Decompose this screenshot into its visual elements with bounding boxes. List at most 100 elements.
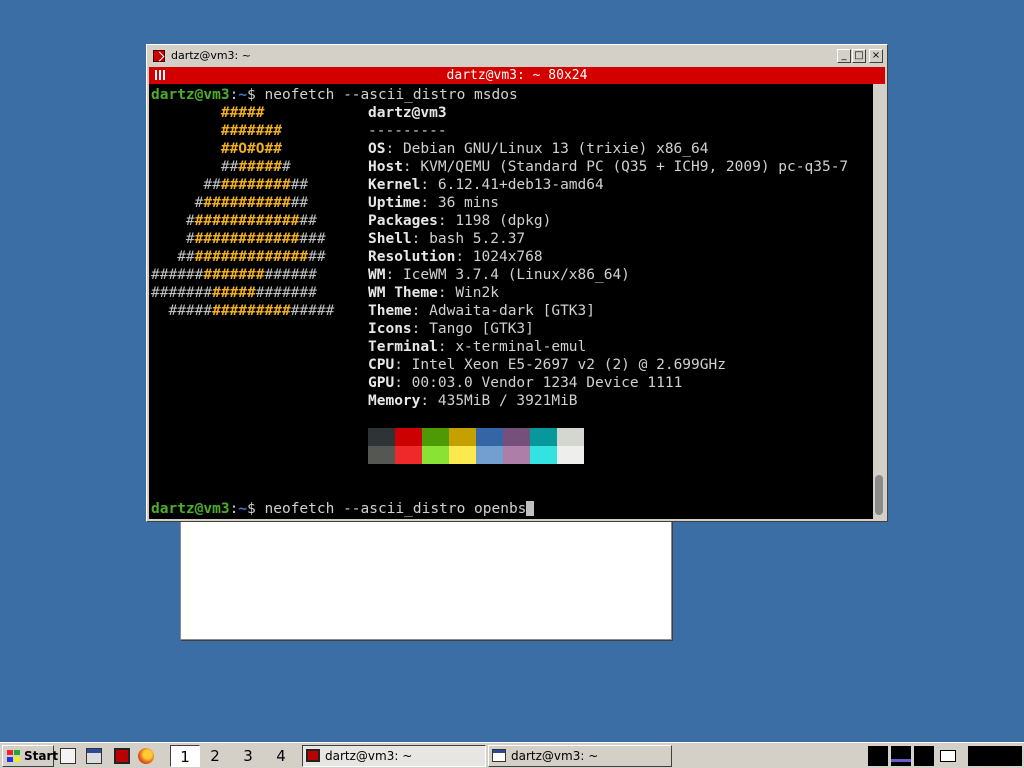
minimize-button[interactable]: _ [837,49,851,63]
color-swatch [530,428,557,446]
command-input[interactable]: neofetch --ascii_distro openbs [256,501,527,517]
info-value: 36 mins [437,195,499,211]
prompt-line-2: dartz@vm3:~$ neofetch --ascii_distro ope… [151,500,535,518]
info-label: WM [368,267,386,283]
show-desktop-icon[interactable] [60,748,76,764]
info-value: 1024x768 [472,249,543,265]
window-icon [492,749,506,762]
info-value: 6.12.41+deb13-amd64 [437,177,604,193]
prompt-symbol: $ [247,87,256,103]
text-cursor [526,501,535,516]
info-label: Host [368,159,403,175]
info-value: Adwaita-dark [GTK3] [429,303,595,319]
ascii-logo-line: ################### [151,285,317,301]
taskbar-task-terminal[interactable]: dartz@vm3: ~ [302,745,486,767]
window-titlebar[interactable]: dartz@vm3: ~ _ □ × [149,47,885,65]
info-label: OS [368,141,386,157]
terminal-screen[interactable]: dartz@vm3:~$ neofetch --ascii_distro msd… [149,84,873,519]
color-swatch [557,446,584,464]
taskbar: Start 1 2 3 4 dartz@vm3: ~ dartz@vm3: ~ [0,742,1024,768]
info-row: Host: KVM/QEMU (Standard PC (Q35 + ICH9,… [368,159,849,175]
color-swatch [449,428,476,446]
info-value: bash 5.2.37 [429,231,526,247]
color-swatch [476,446,503,464]
ascii-logo-line: ######## [151,159,291,175]
workspace-4[interactable]: 4 [266,745,296,767]
network-monitor-icon[interactable] [891,746,911,766]
color-swatch [422,446,449,464]
clock[interactable] [968,746,1022,766]
terminal-launcher-icon[interactable] [114,748,130,764]
prompt-path: ~ [238,87,248,103]
info-row: Theme: Adwaita-dark [GTK3] [368,303,595,319]
info-label: Memory [368,393,421,409]
ascii-logo-line: ##O#O## [220,141,282,157]
info-label: GPU [368,375,395,391]
info-value: IceWM 3.7.4 (Linux/x86_64) [402,267,630,283]
info-row: CPU: Intel Xeon E5-2697 v2 (2) @ 2.699GH… [368,357,726,373]
ascii-logo-line: ################# [151,249,326,265]
xterm-menu-icon[interactable] [155,70,165,80]
color-swatch [395,446,422,464]
color-swatch [503,428,530,446]
ascii-logo-line: ####### [220,123,282,139]
info-row: Uptime: 36 mins [368,195,499,211]
ascii-logo-line: ##### [220,105,265,121]
info-value: 00:03.0 Vendor 1234 Device 1111 [411,375,683,391]
start-label: Start [24,749,59,763]
background-window[interactable] [180,516,672,640]
info-value: Win2k [455,285,499,301]
maximize-button[interactable]: □ [852,49,866,63]
ascii-logo-line: ############### [151,213,317,229]
info-row: Memory: 435MiB / 3921MiB [368,393,578,409]
window-list-icon[interactable] [86,748,102,764]
color-swatch [503,446,530,464]
scrollbar-thumb[interactable] [875,475,883,515]
info-label: Packages [368,213,438,229]
workspace-1[interactable]: 1 [170,745,200,767]
prompt-line-1: dartz@vm3:~$ neofetch --ascii_distro msd… [151,86,518,104]
terminal-app-icon[interactable] [153,50,165,62]
info-row: GPU: 00:03.0 Vendor 1234 Device 1111 [368,375,683,391]
info-row: WM Theme: Win2k [368,285,499,301]
info-row: Terminal: x-terminal-emul [368,339,587,355]
info-row: Shell: bash 5.2.37 [368,231,526,247]
cpu-monitor-icon[interactable] [868,746,888,766]
info-label: Resolution [368,249,456,265]
firefox-icon[interactable] [138,748,154,764]
prompt-symbol: $ [247,501,256,517]
color-swatch [449,446,476,464]
info-row: Packages: 1198 (dpkg) [368,213,552,229]
color-swatch [395,428,422,446]
color-palette-dark [368,428,584,446]
taskbar-task-window[interactable]: dartz@vm3: ~ [488,745,672,767]
info-row: Kernel: 6.12.41+deb13-amd64 [368,177,604,193]
info-label: Terminal [368,339,438,355]
memory-monitor-icon[interactable] [914,746,934,766]
info-label: Shell [368,231,412,247]
prompt-path: ~ [238,501,248,517]
info-label: CPU [368,357,395,373]
mail-icon[interactable] [938,746,958,766]
workspace-2[interactable]: 2 [200,745,230,767]
info-row: WM: IceWM 3.7.4 (Linux/x86_64) [368,267,630,283]
close-button[interactable]: × [869,49,883,63]
color-swatch [422,428,449,446]
color-palette-bright [368,446,584,464]
terminal-window[interactable]: dartz@vm3: ~ _ □ × dartz@vm3: ~ 80x24 da… [146,44,888,522]
info-label: Theme [368,303,412,319]
start-button[interactable]: Start [2,745,58,767]
ascii-logo-line: ################### [151,267,317,283]
info-label: Kernel [368,177,421,193]
color-swatch [368,428,395,446]
info-value: 1198 (dpkg) [455,213,552,229]
info-value: Tango [GTK3] [429,321,534,337]
workspace-3[interactable]: 3 [233,745,263,767]
vertical-scrollbar[interactable] [873,84,885,519]
info-value: KVM/QEMU (Standard PC (Q35 + ICH9, 2009)… [420,159,849,175]
xterm-title-bar: dartz@vm3: ~ 80x24 [149,67,885,84]
info-label: WM Theme [368,285,438,301]
info-label: Icons [368,321,412,337]
info-value: 435MiB / 3921MiB [437,393,578,409]
prompt-user: dartz@vm3 [151,501,230,517]
